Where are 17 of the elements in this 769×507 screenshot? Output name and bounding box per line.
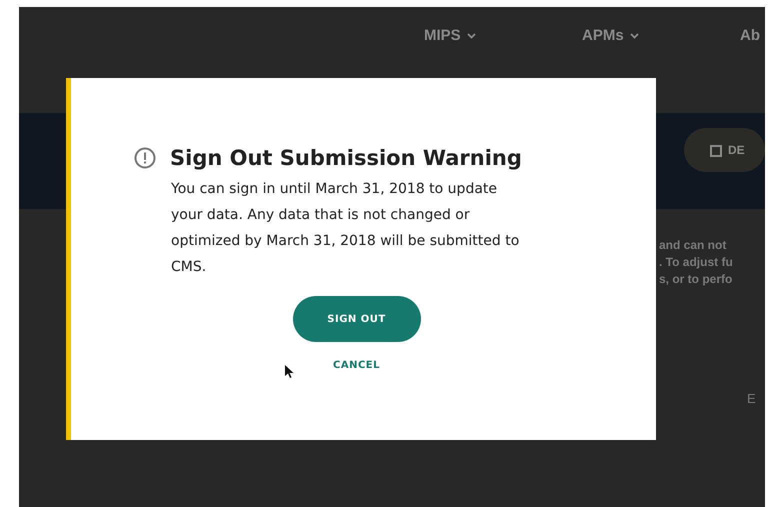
sign-out-button[interactable]: SIGN OUT xyxy=(292,296,420,342)
caret-icon xyxy=(466,32,476,38)
cancel-link[interactable]: CANCEL xyxy=(333,360,380,371)
nav-item[interactable]: APMs xyxy=(582,27,740,44)
warning-icon xyxy=(134,147,156,169)
background-text: s, or to perfo xyxy=(659,271,732,288)
caret-icon xyxy=(630,32,639,38)
dialog-message: You can sign in until March 31, 2018 to update your data. Any data that is not changed or optimized by March 31, 2018 will be submitted to CMS. xyxy=(171,180,520,277)
nav-item[interactable]: MIPS xyxy=(424,27,582,44)
background-text: E xyxy=(747,391,756,406)
cursor-icon xyxy=(285,365,294,379)
banner-button[interactable]: DE xyxy=(684,128,765,172)
background-text: . To adjust fu xyxy=(659,254,733,271)
background-text: and can not xyxy=(659,237,726,254)
calendar-icon xyxy=(710,144,722,156)
dialog-title: Sign Out Submission Warning xyxy=(170,146,522,170)
nav-item[interactable]: Ab xyxy=(740,27,765,44)
